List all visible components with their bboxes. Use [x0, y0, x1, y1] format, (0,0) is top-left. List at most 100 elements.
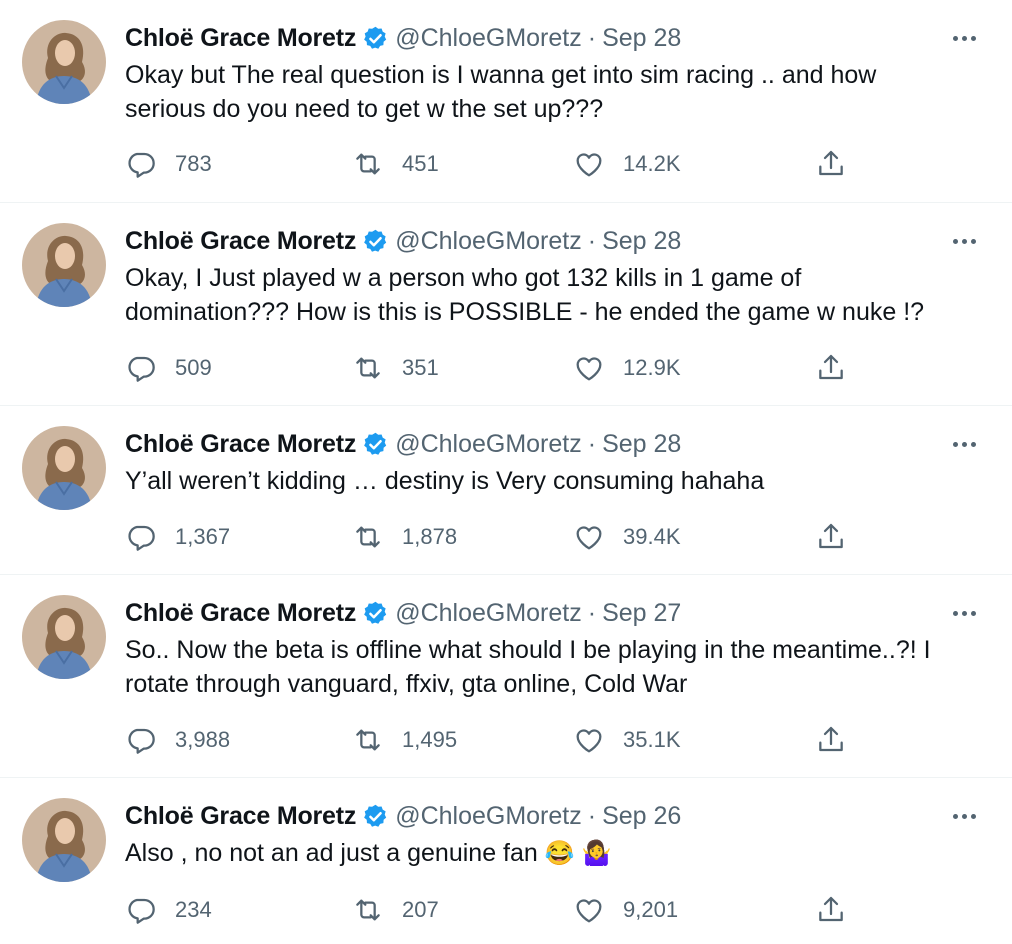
reply-icon: [128, 525, 155, 551]
retweet-count: 451: [402, 151, 439, 176]
reply-count: 509: [175, 355, 212, 380]
separator-dot: ·: [587, 598, 597, 627]
heart-icon: [576, 526, 602, 550]
reply-button[interactable]: 234: [125, 890, 212, 930]
user-handle[interactable]: @ChloeGMoretz: [395, 227, 582, 256]
reply-button[interactable]: 509: [125, 348, 212, 388]
like-count: 39.4K: [623, 524, 681, 549]
avatar-image: [22, 20, 106, 104]
avatar-image: [22, 798, 106, 882]
tweet-actions: 509 351 12.9K: [125, 348, 855, 388]
user-handle[interactable]: @ChloeGMoretz: [395, 430, 582, 459]
share-icon: [819, 726, 843, 752]
user-handle[interactable]: @ChloeGMoretz: [395, 599, 582, 628]
separator-dot: ·: [587, 429, 597, 458]
tweet-header: Chloë Grace Moretz @ChloeGMoretz · Sep 2…: [125, 22, 681, 54]
tweet-header: Chloë Grace Moretz @ChloeGMoretz · Sep 2…: [125, 597, 681, 629]
avatar[interactable]: [22, 426, 106, 510]
like-count: 35.1K: [623, 727, 681, 752]
user-handle[interactable]: @ChloeGMoretz: [395, 24, 582, 53]
share-icon: [819, 523, 843, 549]
retweet-count: 1,878: [402, 524, 458, 549]
retweet-count: 351: [402, 355, 439, 380]
tweet-text: Y’all weren’t kidding … destiny is Very …: [125, 467, 765, 495]
like-count: 9,201: [623, 897, 679, 922]
display-name[interactable]: Chloë Grace Moretz: [125, 227, 356, 256]
more-options-icon[interactable]: [944, 231, 984, 251]
tears-of-joy-emoji: 😂: [544, 840, 575, 867]
share-icon: [819, 896, 843, 922]
user-handle[interactable]: @ChloeGMoretz: [395, 802, 582, 831]
reply-count: 783: [175, 151, 212, 176]
verified-badge-icon: [364, 432, 387, 455]
like-button[interactable]: 39.4K: [573, 517, 681, 557]
like-button[interactable]: 35.1K: [573, 720, 681, 760]
retweet-icon: [356, 526, 380, 548]
share-button[interactable]: [815, 348, 847, 388]
retweet-button[interactable]: 351: [352, 348, 439, 388]
like-count: 14.2K: [623, 151, 681, 176]
tweet-text: Okay, I Just played w a person who got 1…: [125, 264, 925, 326]
reply-button[interactable]: 783: [125, 144, 212, 184]
more-options-icon[interactable]: [944, 28, 984, 48]
shrug-emoji: 🤷‍♀️: [581, 840, 612, 867]
verified-badge-icon: [364, 26, 387, 49]
avatar-image: [22, 595, 106, 679]
tweet-date[interactable]: Sep 26: [602, 802, 681, 831]
retweet-button[interactable]: 207: [352, 890, 439, 930]
more-options-icon[interactable]: [944, 434, 984, 454]
like-button[interactable]: 14.2K: [573, 144, 681, 184]
reply-count: 234: [175, 897, 212, 922]
retweet-button[interactable]: 1,495: [352, 720, 457, 760]
display-name[interactable]: Chloë Grace Moretz: [125, 24, 356, 53]
reply-count: 3,988: [175, 727, 231, 752]
share-button[interactable]: [815, 517, 847, 557]
retweet-count: 1,495: [402, 727, 458, 752]
display-name[interactable]: Chloë Grace Moretz: [125, 599, 356, 628]
tweet[interactable]: Chloë Grace Moretz @ChloeGMoretz · Sep 2…: [0, 778, 1012, 944]
tweet[interactable]: Chloë Grace Moretz @ChloeGMoretz · Sep 2…: [0, 0, 1012, 203]
avatar[interactable]: [22, 798, 106, 882]
tweet-actions: 234 207 9,201: [125, 890, 855, 930]
reply-button[interactable]: 1,367: [125, 517, 230, 557]
reply-icon: [128, 728, 155, 754]
like-button[interactable]: 9,201: [573, 890, 678, 930]
reply-count: 1,367: [175, 524, 231, 549]
tweet[interactable]: Chloë Grace Moretz @ChloeGMoretz · Sep 2…: [0, 203, 1012, 406]
share-icon: [819, 354, 843, 380]
tweet-header: Chloë Grace Moretz @ChloeGMoretz · Sep 2…: [125, 800, 681, 832]
tweet-text: Also , no not an ad just a genuine fan: [125, 839, 545, 867]
tweet-actions: 1,367 1,878 39.4K: [125, 517, 855, 557]
display-name[interactable]: Chloë Grace Moretz: [125, 802, 356, 831]
separator-dot: ·: [587, 226, 597, 255]
reply-button[interactable]: 3,988: [125, 720, 230, 760]
tweet-text: So.. Now the beta is offline what should…: [125, 636, 931, 698]
tweet-date[interactable]: Sep 27: [602, 599, 681, 628]
display-name[interactable]: Chloë Grace Moretz: [125, 430, 356, 459]
like-button[interactable]: 12.9K: [573, 348, 681, 388]
more-options-icon[interactable]: [944, 806, 984, 826]
share-button[interactable]: [815, 144, 847, 184]
share-button[interactable]: [815, 890, 847, 930]
avatar[interactable]: [22, 595, 106, 679]
tweet-date[interactable]: Sep 28: [602, 24, 681, 53]
avatar[interactable]: [22, 20, 106, 104]
heart-icon: [576, 153, 602, 177]
retweet-icon: [356, 729, 380, 751]
verified-badge-icon: [364, 601, 387, 624]
retweet-button[interactable]: 1,878: [352, 517, 457, 557]
more-options-icon[interactable]: [944, 603, 984, 623]
reply-icon: [128, 898, 155, 924]
tweet[interactable]: Chloë Grace Moretz @ChloeGMoretz · Sep 2…: [0, 406, 1012, 575]
tweet-date[interactable]: Sep 28: [602, 227, 681, 256]
tweet-date[interactable]: Sep 28: [602, 430, 681, 459]
retweet-icon: [356, 357, 380, 379]
avatar[interactable]: [22, 223, 106, 307]
tweet[interactable]: Chloë Grace Moretz @ChloeGMoretz · Sep 2…: [0, 575, 1012, 778]
retweet-button[interactable]: 451: [352, 144, 439, 184]
separator-dot: ·: [587, 23, 597, 52]
avatar-image: [22, 223, 106, 307]
share-icon: [819, 150, 843, 176]
share-button[interactable]: [815, 720, 847, 760]
like-count: 12.9K: [623, 355, 681, 380]
